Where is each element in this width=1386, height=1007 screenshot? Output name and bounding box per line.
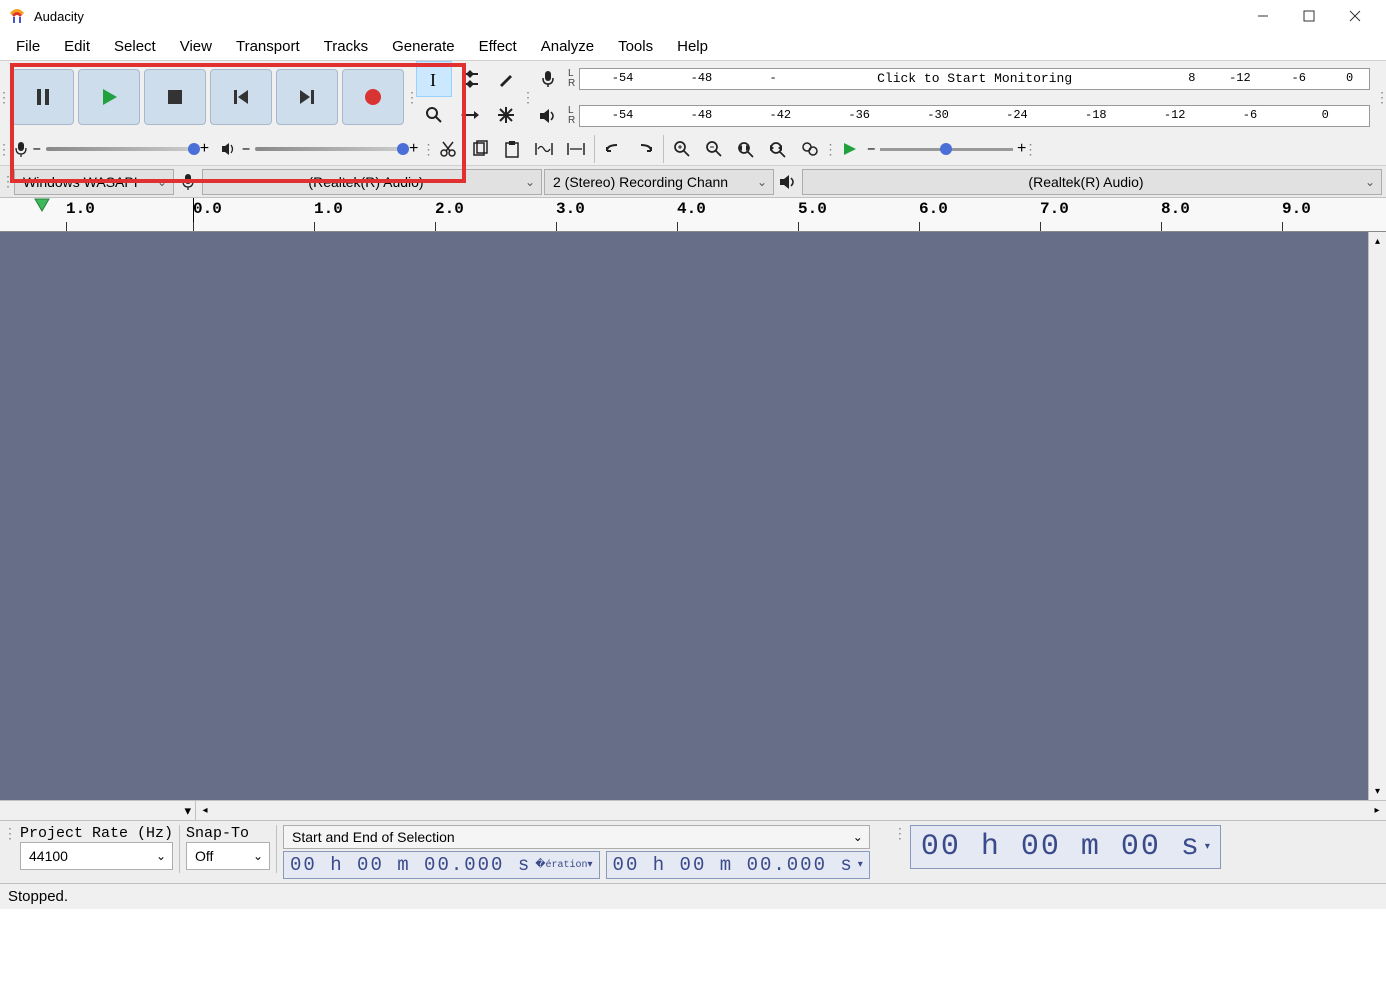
toolbar-grip[interactable] [408, 61, 416, 133]
selection-start-time[interactable]: 00 h 00 m 00.000 s�ération▾ [283, 851, 600, 879]
toolbar-grip[interactable] [524, 61, 532, 133]
toolbar-grip[interactable] [1026, 133, 1034, 165]
zoom-tool[interactable] [416, 97, 452, 133]
menu-file[interactable]: File [6, 34, 50, 59]
device-toolbar: Windows WASAPI (Realtek(R) Audio) 2 (Ste… [0, 166, 1386, 198]
mic-icon [176, 173, 200, 191]
speaker-icon [776, 174, 800, 190]
toolbar-grip[interactable] [0, 133, 8, 165]
toolbar-area: I LR -54 -48 - Click to Start Monitoring [0, 60, 1386, 166]
copy-button[interactable] [464, 134, 496, 164]
fit-selection-button[interactable] [730, 134, 762, 164]
pause-button[interactable] [12, 69, 74, 125]
zoom-toggle-button[interactable] [794, 134, 826, 164]
skip-end-button[interactable] [276, 69, 338, 125]
menu-generate[interactable]: Generate [382, 34, 465, 59]
toolbar-grip[interactable] [896, 825, 904, 842]
recording-volume-slider[interactable]: – + [8, 140, 215, 158]
snap-to-select[interactable]: Off [186, 842, 270, 870]
playback-device-select[interactable]: (Realtek(R) Audio) [802, 169, 1382, 195]
menu-select[interactable]: Select [104, 34, 166, 59]
minimize-button[interactable] [1240, 0, 1286, 32]
toolbar-grip[interactable] [1378, 61, 1386, 133]
menu-analyze[interactable]: Analyze [531, 34, 604, 59]
selection-end-time[interactable]: 00 h 00 m 00.000 s▾ [606, 851, 870, 879]
redo-button[interactable] [629, 134, 661, 164]
silence-button[interactable] [560, 134, 592, 164]
playback-speed-slider[interactable]: – + [866, 140, 1026, 158]
recording-meter[interactable]: -54 -48 - Click to Start Monitoring 8 -1… [579, 68, 1370, 90]
scroll-left-button[interactable]: ◂ [196, 802, 214, 820]
mic-icon [14, 141, 28, 157]
playback-meter[interactable]: -54 -48 -42 -36 -30 -24 -18 -12 -6 0 [579, 105, 1370, 127]
recording-channels-select[interactable]: 2 (Stereo) Recording Chann [544, 169, 774, 195]
play-at-speed-button[interactable] [834, 134, 866, 164]
menu-transport[interactable]: Transport [226, 34, 310, 59]
undo-button[interactable] [597, 134, 629, 164]
audio-host-select[interactable]: Windows WASAPI [14, 169, 174, 195]
svg-text:I: I [430, 70, 436, 88]
scroll-right-button[interactable]: ▸ [1368, 802, 1386, 820]
envelope-tool[interactable] [452, 61, 488, 97]
draw-tool[interactable] [488, 61, 524, 97]
multi-tool[interactable] [488, 97, 524, 133]
menu-view[interactable]: View [170, 34, 222, 59]
zoom-out-button[interactable] [698, 134, 730, 164]
track-collapse-area[interactable]: ▾ [0, 801, 196, 820]
mic-meter-icon[interactable] [532, 64, 564, 94]
toolbar-grip[interactable] [0, 61, 8, 133]
window-title: Audacity [34, 9, 84, 24]
snap-to-label: Snap-To [186, 825, 270, 842]
menu-tools[interactable]: Tools [608, 34, 663, 59]
hscroll-row: ▾ ◂ ▸ [0, 800, 1386, 820]
timeshift-tool[interactable] [452, 97, 488, 133]
scroll-down-button[interactable]: ▾ [1369, 782, 1386, 800]
horizontal-scrollbar[interactable]: ◂ ▸ [196, 801, 1386, 820]
scroll-up-button[interactable]: ▴ [1369, 232, 1386, 250]
skip-start-button[interactable] [210, 69, 272, 125]
recording-device-select[interactable]: (Realtek(R) Audio) [202, 169, 542, 195]
titlebar: Audacity [0, 0, 1386, 32]
track-area[interactable]: ▴ ▾ [0, 232, 1386, 800]
cut-button[interactable] [432, 134, 464, 164]
menu-effect[interactable]: Effect [469, 34, 527, 59]
meter-lr-label: LR [568, 69, 575, 89]
speaker-meter-icon[interactable] [532, 101, 564, 131]
transport-toolbar [8, 65, 408, 129]
maximize-button[interactable] [1286, 0, 1332, 32]
status-bar: Stopped. [0, 883, 1386, 909]
speaker-icon [221, 142, 237, 156]
status-text: Stopped. [8, 888, 68, 905]
meter-lr-label: LR [568, 106, 575, 126]
menu-tracks[interactable]: Tracks [314, 34, 378, 59]
record-button[interactable] [342, 69, 404, 125]
menu-help[interactable]: Help [667, 34, 718, 59]
project-rate-select[interactable]: 44100 [20, 842, 173, 870]
stop-button[interactable] [144, 69, 206, 125]
project-rate-label: Project Rate (Hz) [20, 825, 173, 842]
toolbar-grip[interactable] [4, 166, 12, 197]
trim-button[interactable] [528, 134, 560, 164]
menu-edit[interactable]: Edit [54, 34, 100, 59]
selection-tool[interactable]: I [416, 61, 452, 97]
play-button[interactable] [78, 69, 140, 125]
meter-hint: Click to Start Monitoring [877, 71, 1072, 86]
vertical-scrollbar[interactable]: ▴ ▾ [1368, 232, 1386, 800]
audio-position-display[interactable]: 00 h 00 m 00 s▾ [910, 825, 1221, 869]
toolbar-grip[interactable] [826, 133, 834, 165]
fit-project-button[interactable] [762, 134, 794, 164]
playback-volume-slider[interactable]: – + [215, 140, 424, 158]
zoom-in-button[interactable] [666, 134, 698, 164]
timeline-ruler[interactable]: 1.0 0.0 1.0 2.0 3.0 4.0 5.0 6.0 7.0 8.0 … [0, 198, 1386, 232]
app-icon [8, 7, 26, 25]
paste-button[interactable] [496, 134, 528, 164]
close-button[interactable] [1332, 0, 1378, 32]
selection-toolbar: Project Rate (Hz) 44100 Snap-To Off Star… [0, 820, 1386, 883]
toolbar-grip[interactable] [6, 825, 14, 842]
toolbar-grip[interactable] [424, 133, 432, 165]
menubar: File Edit Select View Transport Tracks G… [0, 32, 1386, 60]
selection-mode-select[interactable]: Start and End of Selection [283, 825, 870, 849]
